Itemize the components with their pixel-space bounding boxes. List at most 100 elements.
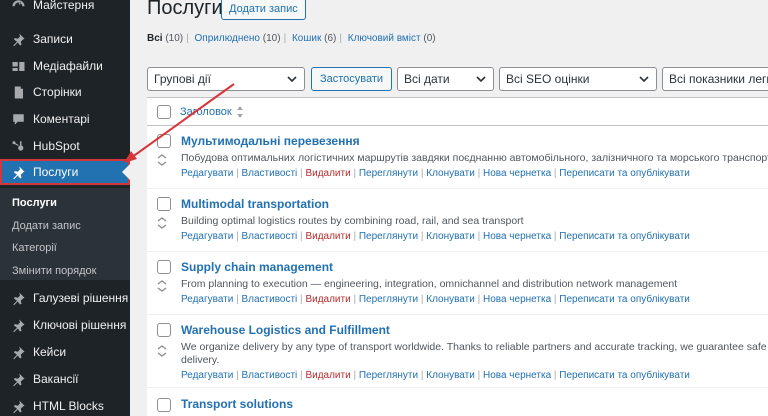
clone-link[interactable]: Клонувати [426, 168, 475, 179]
delete-link[interactable]: Видалити [305, 294, 350, 305]
row-checkbox[interactable] [157, 134, 171, 148]
row-title-link[interactable]: Transport solutions [181, 397, 293, 411]
table-header: Заголовок [147, 98, 768, 126]
rewrite-publish-link[interactable]: Переписати та опублікувати [559, 370, 690, 381]
menu-item-pages[interactable]: Сторінки [0, 79, 130, 105]
menu-item-services[interactable]: Послуги [0, 159, 130, 185]
clone-link[interactable]: Клонувати [426, 231, 475, 242]
row-description-continued: delivery. [181, 354, 220, 366]
menu-item-vacancies[interactable]: Вакансії [0, 366, 130, 392]
readability-filter-value: Всі показники легко [669, 72, 768, 86]
view-link[interactable]: Переглянути [359, 231, 418, 242]
add-post-button[interactable]: Додати запис [221, 0, 306, 20]
bulk-actions-value: Групові дії [154, 72, 211, 86]
seo-filter-select[interactable]: Всі SEO оцінки [499, 67, 657, 91]
edit-link[interactable]: Редагувати [181, 370, 233, 381]
submenu-item-categories[interactable]: Категорії [12, 242, 57, 254]
row-checkbox[interactable] [157, 323, 171, 337]
hubspot-icon [9, 137, 27, 155]
comment-icon [9, 110, 27, 128]
readability-filter-select[interactable]: Всі показники легко [662, 67, 768, 91]
rewrite-publish-link[interactable]: Переписати та опублікувати [559, 294, 690, 305]
quick-edit-link[interactable]: Властивості [241, 168, 297, 179]
new-draft-link[interactable]: Нова чернетка [483, 168, 551, 179]
posts-table: Заголовок Мультимодальні перевезення Поб… [147, 97, 768, 416]
drag-handle-icon[interactable] [157, 345, 167, 357]
menu-item-comments[interactable]: Коментарі [0, 106, 130, 132]
drag-handle-icon[interactable] [157, 280, 167, 292]
submenu-item-reorder[interactable]: Змінити порядок [12, 265, 96, 277]
filter-cornerstone-count: (0) [423, 33, 436, 44]
table-row: Warehouse Logistics and Fulfillment We o… [147, 316, 768, 388]
separator: | [339, 33, 342, 44]
menu-label: Ключові рішення [33, 318, 127, 332]
rewrite-publish-link[interactable]: Переписати та опублікувати [559, 231, 690, 242]
pin-icon [9, 30, 27, 48]
new-draft-link[interactable]: Нова чернетка [483, 231, 551, 242]
row-actions: Редагувати | Властивості | Видалити | Пе… [181, 231, 690, 242]
menu-label: Коментарі [33, 112, 90, 126]
menu-label: Майстерня [33, 0, 95, 12]
row-checkbox[interactable] [157, 197, 171, 211]
select-all-checkbox[interactable] [157, 105, 171, 119]
view-link[interactable]: Переглянути [359, 168, 418, 179]
column-title-header[interactable]: Заголовок [180, 106, 232, 118]
quick-edit-link[interactable]: Властивості [241, 294, 297, 305]
edit-link[interactable]: Редагувати [181, 294, 233, 305]
menu-label: Галузеві рішення [33, 291, 129, 305]
clone-link[interactable]: Клонувати [426, 294, 475, 305]
edit-link[interactable]: Редагувати [181, 231, 233, 242]
row-actions: Редагувати | Властивості | Видалити | Пе… [181, 168, 690, 179]
menu-item-posts[interactable]: Записи [0, 26, 130, 52]
filter-trash[interactable]: Кошик [292, 33, 321, 44]
bulk-actions-select[interactable]: Групові дії [147, 67, 305, 91]
active-indicator [122, 164, 130, 180]
filter-cornerstone[interactable]: Ключовий вміст [348, 33, 421, 44]
chevron-down-icon [639, 76, 649, 83]
row-title-link[interactable]: Supply chain management [181, 260, 333, 274]
filter-published[interactable]: Оприлюднено [195, 33, 260, 44]
delete-link[interactable]: Видалити [305, 370, 350, 381]
row-description: Building optimal logistics routes by com… [181, 215, 524, 227]
row-description: We organize delivery by any type of tran… [181, 341, 768, 353]
row-checkbox[interactable] [157, 398, 171, 412]
apply-button[interactable]: Застосувати [311, 67, 393, 91]
menu-item-key-solutions[interactable]: Ключові рішення [0, 312, 130, 338]
row-title-link[interactable]: Multimodal transportation [181, 197, 329, 211]
new-draft-link[interactable]: Нова чернетка [483, 370, 551, 381]
drag-handle-icon[interactable] [157, 217, 167, 229]
menu-item-media[interactable]: Медіафайли [0, 53, 130, 79]
menu-item-html-blocks[interactable]: HTML Blocks [0, 393, 130, 416]
rewrite-publish-link[interactable]: Переписати та опублікувати [559, 168, 690, 179]
delete-link[interactable]: Видалити [305, 168, 350, 179]
clone-link[interactable]: Клонувати [426, 370, 475, 381]
dates-filter-select[interactable]: Всі дати [397, 67, 494, 91]
menu-item-industry-solutions[interactable]: Галузеві рішення [0, 285, 130, 311]
submenu-item-add-post[interactable]: Додати запис [12, 220, 81, 232]
quick-edit-link[interactable]: Властивості [241, 370, 297, 381]
new-draft-link[interactable]: Нова чернетка [483, 294, 551, 305]
pin-icon [9, 397, 27, 415]
table-row: Multimodal transportation Building optim… [147, 190, 768, 252]
menu-item-hubspot[interactable]: HubSpot [0, 133, 130, 159]
row-title-link[interactable]: Мультимодальні перевезення [181, 134, 360, 148]
sort-icon[interactable] [236, 105, 244, 119]
menu-label: Кейси [33, 345, 67, 359]
filter-all-count: (10) [165, 33, 184, 44]
edit-link[interactable]: Редагувати [181, 168, 233, 179]
filter-all[interactable]: Всі [147, 33, 163, 44]
menu-label: Записи [33, 32, 73, 46]
filter-trash-count: (6) [324, 33, 337, 44]
view-link[interactable]: Переглянути [359, 294, 418, 305]
delete-link[interactable]: Видалити [305, 231, 350, 242]
menu-item-dashboard[interactable]: Майстерня [0, 0, 130, 18]
drag-handle-icon[interactable] [157, 154, 167, 166]
menu-item-cases[interactable]: Кейси [0, 339, 130, 365]
submenu-item-services[interactable]: Послуги [12, 197, 57, 209]
view-link[interactable]: Переглянути [359, 370, 418, 381]
quick-edit-link[interactable]: Властивості [241, 231, 297, 242]
table-row: Supply chain management From planning to… [147, 253, 768, 315]
row-checkbox[interactable] [157, 260, 171, 274]
row-title-link[interactable]: Warehouse Logistics and Fulfillment [181, 323, 390, 337]
separator: | [283, 33, 287, 44]
